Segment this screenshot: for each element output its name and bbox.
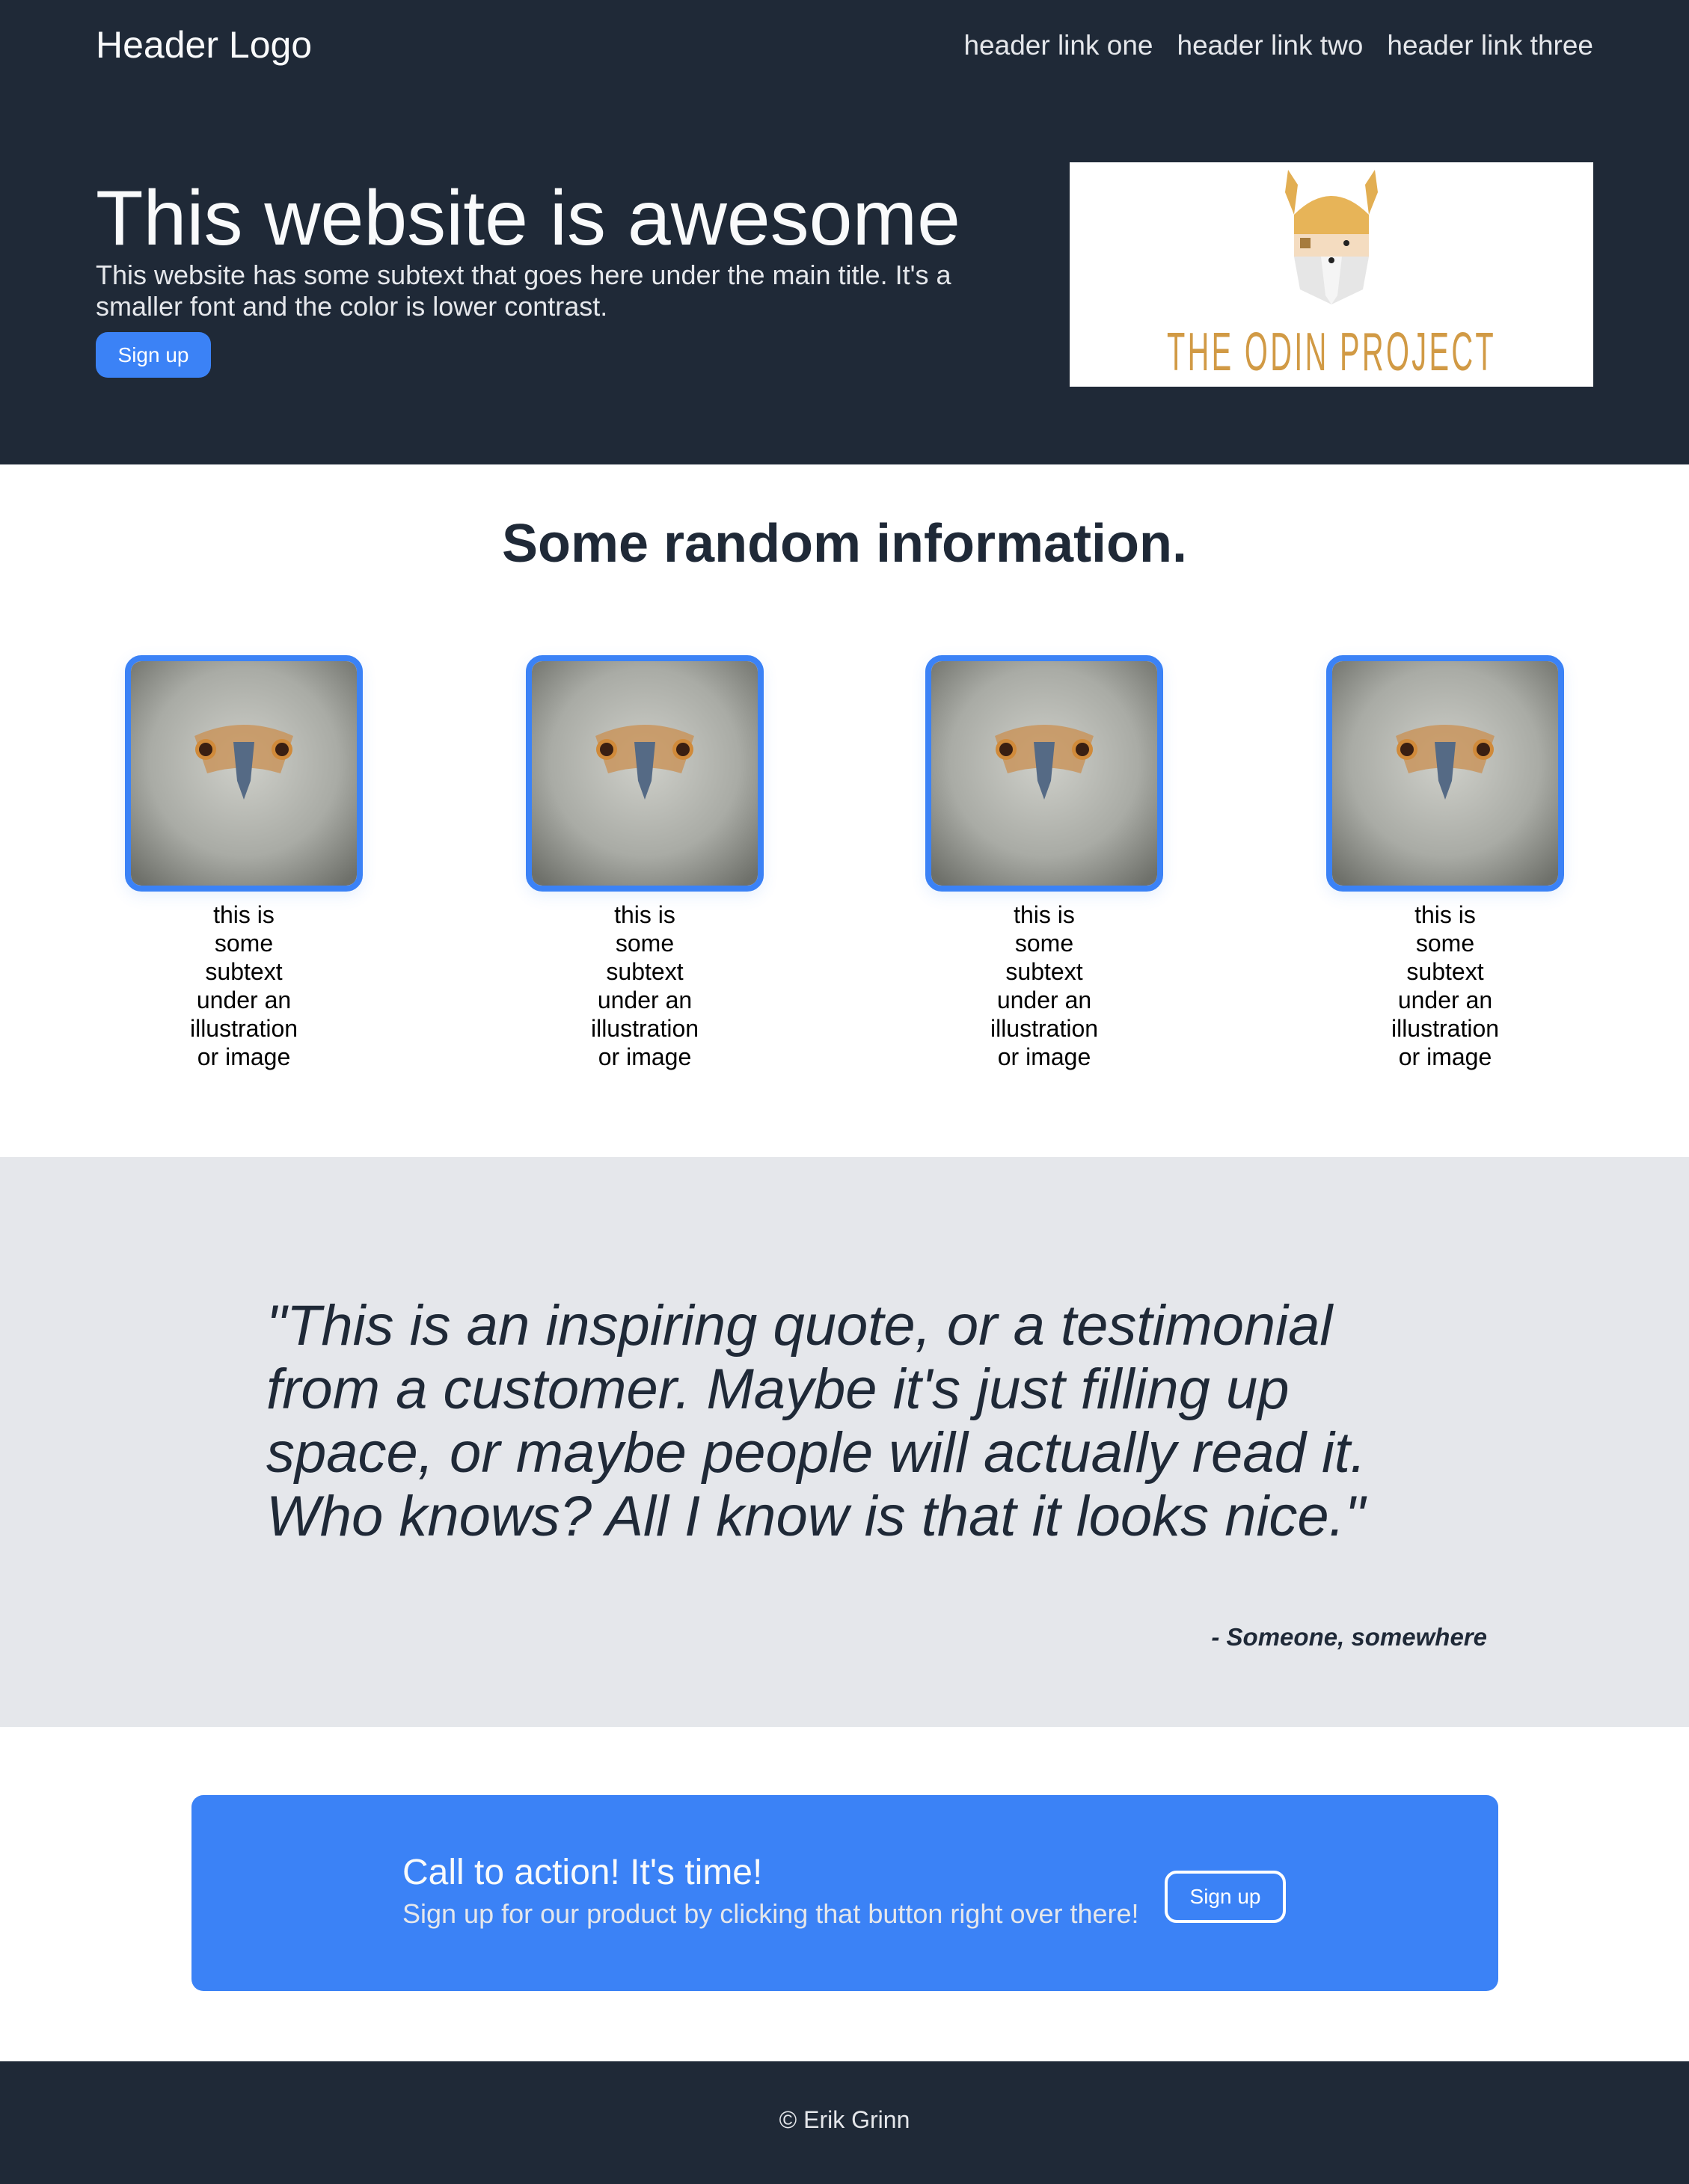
header-link-two[interactable]: header link two <box>1177 27 1364 64</box>
eagle-image <box>1326 655 1564 892</box>
cta-box <box>191 1795 1498 1991</box>
odin-helmet-icon: THE ODIN PROJECT <box>1167 170 1496 382</box>
header-link-three[interactable]: header link three <box>1387 27 1593 64</box>
eagle-image <box>925 655 1163 892</box>
card-caption: this is some subtext under an illustrati… <box>1391 901 1500 1070</box>
info-section-title: Some random information. <box>501 514 1188 574</box>
cta-subtext: Sign up for our product by clicking that… <box>402 1898 1139 1929</box>
footer-copyright: © Erik Grinn <box>779 2106 910 2133</box>
cta-title: Call to action! It's time! <box>402 1853 763 1892</box>
info-card: this is some subtext under an illustrati… <box>1325 655 1565 1071</box>
hero-title: This website is awesome <box>96 175 960 262</box>
hero-subtext: This website has some subtext that goes … <box>96 260 951 322</box>
header-logo[interactable]: Header Logo <box>96 22 312 67</box>
card-caption: this is some subtext under an illustrati… <box>990 901 1099 1070</box>
info-card: this is some subtext under an illustrati… <box>525 655 764 1071</box>
info-card: this is some subtext under an illustrati… <box>925 655 1164 1071</box>
card-caption: this is some subtext under an illustrati… <box>189 901 298 1070</box>
odin-wordmark: THE ODIN PROJECT <box>1167 322 1496 382</box>
info-card: this is some subtext under an illustrati… <box>124 655 364 1071</box>
header-link-one[interactable]: header link one <box>963 27 1153 64</box>
odin-project-logo-image: THE ODIN PROJECT <box>1070 162 1593 387</box>
eagle-image <box>526 655 764 892</box>
hero-signup-button[interactable]: Sign up <box>96 332 211 378</box>
header-nav: header link one header link two header l… <box>963 27 1593 64</box>
eagle-image <box>125 655 363 892</box>
quote-attribution: - Someone, somewhere <box>1211 1623 1487 1651</box>
cta-signup-button[interactable]: Sign up <box>1165 1871 1286 1923</box>
testimonial-quote: "This is an inspiring quote, or a testim… <box>266 1294 1367 1548</box>
card-caption: this is some subtext under an illustrati… <box>590 901 699 1070</box>
